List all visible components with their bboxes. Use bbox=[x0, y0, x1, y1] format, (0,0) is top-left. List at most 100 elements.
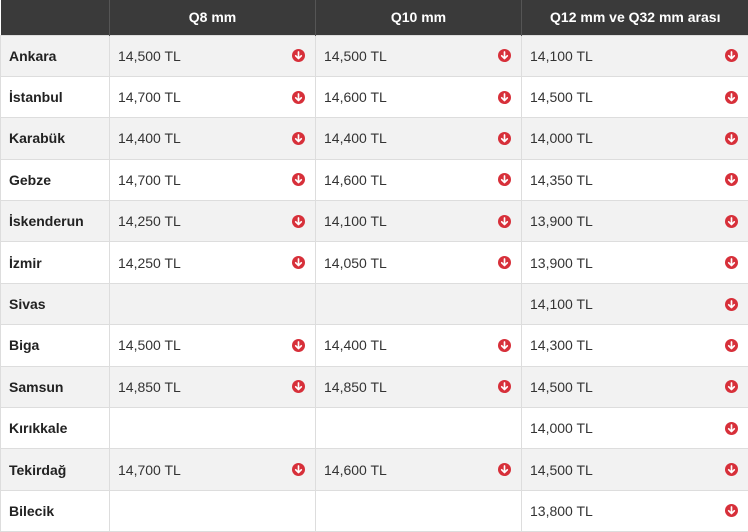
table-row: Karabük 14,400 TL 14,400 TL 14,000 TL bbox=[0, 117, 748, 160]
price-value: 14,250 TL bbox=[118, 254, 181, 271]
price-cell: 14,500 TL bbox=[315, 34, 522, 77]
price-down-icon bbox=[725, 380, 738, 394]
price-down-icon bbox=[725, 338, 738, 352]
price-value: 14,500 TL bbox=[530, 378, 593, 395]
price-cell: 14,250 TL bbox=[109, 241, 316, 284]
price-value: 14,500 TL bbox=[118, 337, 181, 354]
price-down-icon bbox=[498, 90, 511, 104]
price-cell: 13,900 TL bbox=[521, 241, 748, 284]
price-down-icon bbox=[725, 504, 738, 518]
city-name: Sivas bbox=[0, 282, 110, 326]
header-q8: Q8 mm bbox=[109, 0, 316, 35]
price-down-icon bbox=[292, 90, 305, 104]
price-value: 14,400 TL bbox=[324, 337, 387, 354]
price-value: 14,500 TL bbox=[324, 47, 387, 64]
price-value: 14,050 TL bbox=[324, 254, 387, 271]
city-name: Karabük bbox=[0, 117, 110, 160]
price-value: 14,300 TL bbox=[530, 337, 593, 354]
price-down-icon bbox=[498, 173, 511, 187]
price-down-icon bbox=[292, 380, 305, 394]
price-value: 14,000 TL bbox=[530, 420, 593, 437]
price-cell: 14,600 TL bbox=[315, 448, 522, 491]
price-value: 14,600 TL bbox=[324, 171, 387, 188]
price-value: 14,600 TL bbox=[324, 89, 387, 106]
price-cell: 14,100 TL bbox=[521, 282, 748, 326]
table-row: Bilecik 13,800 TL bbox=[0, 489, 748, 532]
table-row: Ankara 14,500 TL 14,500 TL 14,100 TL bbox=[0, 34, 748, 77]
price-cell: 14,500 TL bbox=[521, 365, 748, 409]
table-row: Kırıkkale 14,000 TL bbox=[0, 407, 748, 450]
price-cell: 14,500 TL bbox=[109, 324, 316, 367]
header-q10: Q10 mm bbox=[315, 0, 522, 35]
price-cell bbox=[315, 407, 522, 450]
header-q12-q32: Q12 mm ve Q32 mm arası bbox=[521, 0, 748, 35]
price-cell: 13,800 TL bbox=[521, 489, 748, 532]
price-down-icon bbox=[725, 463, 738, 477]
price-down-icon bbox=[498, 49, 511, 63]
city-name: Tekirdağ bbox=[0, 448, 110, 491]
price-cell: 14,250 TL bbox=[109, 200, 316, 243]
price-cell: 14,000 TL bbox=[521, 407, 748, 450]
price-down-icon bbox=[498, 338, 511, 352]
table-row: Samsun 14,850 TL 14,850 TL 14,500 TL bbox=[0, 365, 748, 409]
price-down-icon bbox=[292, 131, 305, 145]
header-city bbox=[0, 0, 110, 35]
price-value: 13,900 TL bbox=[530, 254, 593, 271]
price-value: 14,700 TL bbox=[118, 461, 181, 478]
price-value: 14,500 TL bbox=[530, 89, 593, 106]
city-name: Gebze bbox=[0, 158, 110, 202]
price-cell: 14,400 TL bbox=[315, 324, 522, 367]
city-name: Bilecik bbox=[0, 489, 110, 532]
price-table: Q8 mm Q10 mm Q12 mm ve Q32 mm arası Anka… bbox=[0, 0, 748, 532]
price-value: 14,700 TL bbox=[118, 171, 181, 188]
price-cell: 14,500 TL bbox=[521, 448, 748, 491]
city-name: Kırıkkale bbox=[0, 407, 110, 450]
price-cell bbox=[315, 489, 522, 532]
price-down-icon bbox=[498, 256, 511, 270]
price-down-icon bbox=[725, 214, 738, 228]
price-cell: 14,050 TL bbox=[315, 241, 522, 284]
price-value: 14,000 TL bbox=[530, 130, 593, 147]
price-value: 13,900 TL bbox=[530, 213, 593, 230]
price-cell bbox=[109, 407, 316, 450]
table-row: Sivas 14,100 TL bbox=[0, 282, 748, 326]
price-value: 13,800 TL bbox=[530, 502, 593, 519]
price-cell: 14,500 TL bbox=[109, 34, 316, 77]
price-down-icon bbox=[725, 297, 738, 311]
price-cell: 14,700 TL bbox=[109, 75, 316, 119]
city-name: Biga bbox=[0, 324, 110, 367]
price-value: 14,500 TL bbox=[118, 47, 181, 64]
city-name: Samsun bbox=[0, 365, 110, 409]
price-down-icon bbox=[498, 380, 511, 394]
price-cell: 14,600 TL bbox=[315, 158, 522, 202]
table-row: İstanbul 14,700 TL 14,600 TL 14,500 TL bbox=[0, 75, 748, 119]
price-down-icon bbox=[725, 173, 738, 187]
price-down-icon bbox=[725, 131, 738, 145]
price-value: 14,850 TL bbox=[118, 378, 181, 395]
price-down-icon bbox=[725, 421, 738, 435]
price-value: 14,400 TL bbox=[118, 130, 181, 147]
price-cell: 14,100 TL bbox=[521, 34, 748, 77]
city-name: İstanbul bbox=[0, 75, 110, 119]
price-down-icon bbox=[725, 90, 738, 104]
price-down-icon bbox=[292, 214, 305, 228]
price-value: 14,850 TL bbox=[324, 378, 387, 395]
price-value: 14,250 TL bbox=[118, 213, 181, 230]
price-cell: 14,850 TL bbox=[109, 365, 316, 409]
price-down-icon bbox=[498, 463, 511, 477]
price-down-icon bbox=[498, 214, 511, 228]
price-value: 14,100 TL bbox=[530, 47, 593, 64]
price-value: 14,100 TL bbox=[324, 213, 387, 230]
price-cell: 14,700 TL bbox=[109, 158, 316, 202]
price-cell: 14,300 TL bbox=[521, 324, 748, 367]
price-value: 14,350 TL bbox=[530, 171, 593, 188]
price-value: 14,400 TL bbox=[324, 130, 387, 147]
table-header-row: Q8 mm Q10 mm Q12 mm ve Q32 mm arası bbox=[0, 0, 748, 35]
price-down-icon bbox=[292, 463, 305, 477]
price-cell: 13,900 TL bbox=[521, 200, 748, 243]
price-cell bbox=[315, 282, 522, 326]
price-cell: 14,850 TL bbox=[315, 365, 522, 409]
city-name: İzmir bbox=[0, 241, 110, 284]
table-row: İzmir 14,250 TL 14,050 TL 13,900 TL bbox=[0, 241, 748, 284]
price-down-icon bbox=[292, 256, 305, 270]
